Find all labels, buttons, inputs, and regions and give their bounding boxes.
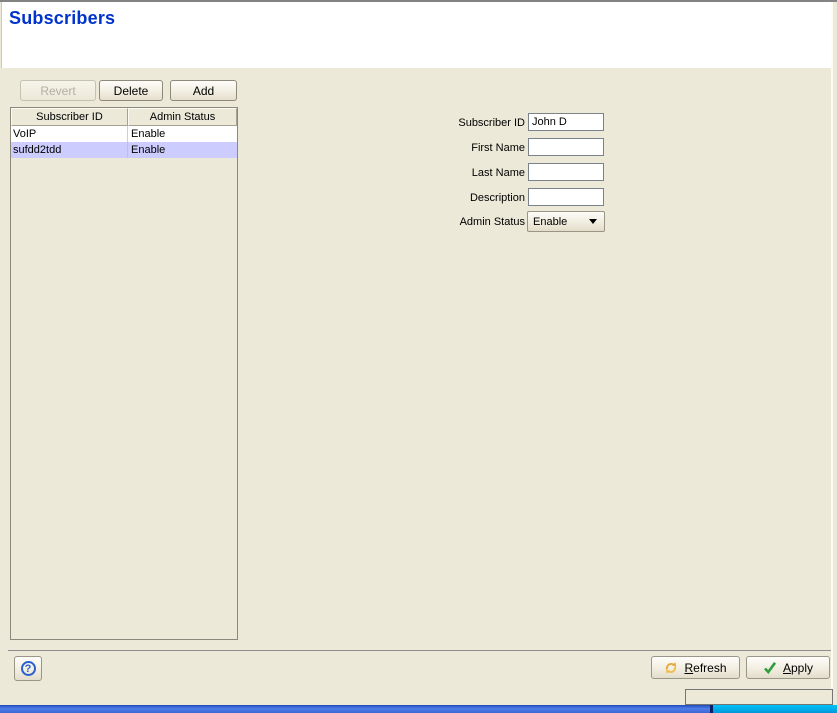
taskbar-strip[interactable] bbox=[0, 705, 837, 713]
help-button[interactable]: ? bbox=[14, 656, 42, 681]
page-title: Subscribers bbox=[9, 8, 115, 29]
first-name-field[interactable] bbox=[528, 138, 604, 156]
table-header: Subscriber ID Admin Status bbox=[11, 108, 237, 126]
cell-admin-status: Enable bbox=[128, 142, 237, 158]
description-label: Description bbox=[405, 191, 525, 205]
chevron-down-icon bbox=[589, 219, 597, 224]
check-icon bbox=[763, 661, 777, 674]
subscriber-id-field[interactable] bbox=[528, 113, 604, 131]
description-field[interactable] bbox=[528, 188, 604, 206]
first-name-label: First Name bbox=[405, 141, 525, 155]
refresh-button[interactable]: Refresh bbox=[651, 656, 740, 679]
admin-status-label: Admin Status bbox=[405, 215, 525, 229]
status-progress-box bbox=[685, 689, 833, 705]
apply-button[interactable]: Apply bbox=[746, 656, 830, 679]
subscriber-table: Subscriber ID Admin Status VoIP Enable s… bbox=[10, 107, 238, 640]
window-right-edge bbox=[831, 2, 833, 705]
last-name-field[interactable] bbox=[528, 163, 604, 181]
add-button[interactable]: Add bbox=[170, 80, 237, 101]
revert-button[interactable]: Revert bbox=[20, 80, 96, 101]
cell-subscriber-id: sufdd2tdd bbox=[11, 142, 128, 158]
cell-subscriber-id: VoIP bbox=[11, 126, 128, 142]
table-row[interactable]: VoIP Enable bbox=[11, 126, 237, 142]
admin-status-select[interactable]: Enable bbox=[527, 211, 605, 232]
taskbar-segment-left bbox=[0, 705, 710, 713]
admin-status-selected-value: Enable bbox=[528, 216, 589, 228]
title-band: Subscribers bbox=[1, 2, 831, 68]
last-name-label: Last Name bbox=[405, 166, 525, 180]
footer-divider bbox=[8, 650, 831, 651]
column-header-subscriber-id[interactable]: Subscriber ID bbox=[11, 108, 128, 126]
refresh-icon bbox=[664, 661, 678, 675]
apply-button-label: Apply bbox=[783, 661, 813, 675]
table-row-selected[interactable]: sufdd2tdd Enable bbox=[11, 142, 237, 158]
subscriber-id-label: Subscriber ID bbox=[405, 116, 525, 130]
taskbar-segment-right bbox=[713, 705, 837, 713]
delete-button[interactable]: Delete bbox=[99, 80, 163, 101]
refresh-button-label: Refresh bbox=[684, 661, 726, 675]
help-icon: ? bbox=[21, 661, 36, 676]
column-header-admin-status[interactable]: Admin Status bbox=[128, 108, 237, 126]
cell-admin-status: Enable bbox=[128, 126, 237, 142]
